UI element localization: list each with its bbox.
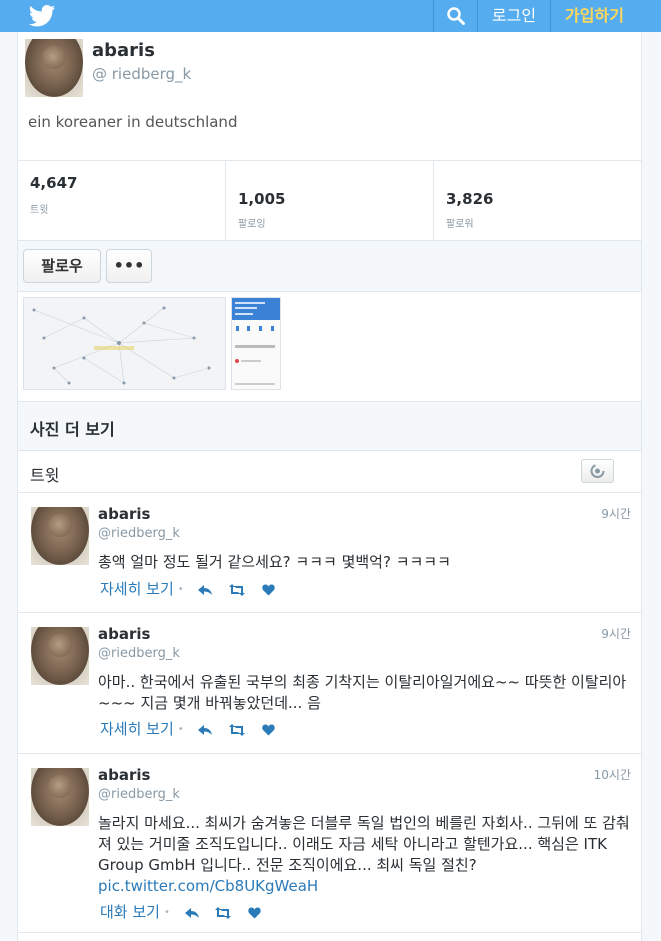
profile-name: abaris [92, 40, 155, 61]
stat-label: 팔로워 [446, 219, 474, 230]
stat-value: 4,647 [30, 174, 78, 192]
media-thumbnail[interactable] [231, 297, 281, 390]
stat-tweets[interactable]: 4,647 트윗 [18, 161, 226, 240]
tweet-avatar[interactable] [31, 627, 89, 685]
separator-dot: • [163, 907, 170, 918]
stat-following[interactable]: 1,005 팔로잉 [226, 161, 434, 240]
signup-button[interactable]: 가입하기 [550, 0, 638, 32]
like-icon[interactable] [262, 724, 275, 736]
follow-button[interactable]: 팔로우 [23, 249, 101, 283]
tweet-text-body: 총액 얼마 정도 될거 같으세요? ㅋㅋㅋ 몇백억? ㅋㅋㅋㅋ [98, 553, 451, 571]
tweet-item[interactable]: abaris @riedberg_k 10시간 놀라지 마세요... 최씨가 숨… [18, 754, 641, 932]
more-photos-label: 사진 더 보기 [30, 420, 115, 439]
tweet-avatar[interactable] [31, 768, 89, 826]
reply-icon[interactable] [198, 584, 213, 596]
tweet-item[interactable]: abaris @riedberg_k 9시간 총액 얼마 정도 될거 같으세요?… [18, 493, 641, 613]
tweet-time[interactable]: 9시간 [601, 625, 631, 642]
tweet-media-link[interactable]: pic.twitter.com/Cb8UKgWeaH [98, 877, 318, 895]
login-button[interactable]: 로그인 [477, 0, 550, 32]
tweet-time[interactable]: 9시간 [601, 505, 631, 522]
tweet-text-body: 아마.. 한국에서 유출된 국부의 최종 기착지는 이탈리아일거에요~~ 따뜻한… [98, 673, 627, 712]
stat-label: 트윗 [30, 205, 49, 216]
reply-icon[interactable] [184, 907, 199, 919]
more-options-button[interactable]: ••• [106, 249, 152, 283]
media-thumbnail[interactable] [23, 297, 226, 390]
stat-value: 1,005 [238, 190, 286, 208]
stat-followers[interactable]: 3,826 팔로워 [434, 161, 641, 240]
tweet-author-handle[interactable]: @riedberg_k [98, 526, 180, 541]
search-icon [446, 7, 465, 25]
tweet-author-handle[interactable]: @riedberg_k [98, 787, 180, 802]
retweet-icon[interactable] [229, 583, 246, 596]
network-diagram-image [32, 306, 211, 385]
tweet-text-body: 놀라지 마세요... 최씨가 숨겨놓은 더블루 독일 법인의 베를린 자회사..… [98, 814, 630, 874]
tweet-text: 아마.. 한국에서 유출된 국부의 최종 기착지는 이탈리아일거에요~~ 따뜻한… [98, 672, 633, 714]
profile-header: abaris @ riedberg_k ein koreaner in deut… [18, 32, 641, 161]
conversation-link[interactable]: 대화 보기 [100, 903, 160, 921]
retweet-icon[interactable] [215, 906, 232, 919]
profile-page: abaris @ riedberg_k ein koreaner in deut… [17, 32, 642, 932]
tweet-avatar[interactable] [31, 507, 89, 565]
retweet-icon[interactable] [229, 723, 246, 736]
refresh-button[interactable] [581, 459, 614, 483]
tweet-actions: 자세히 보기 • [100, 578, 281, 599]
tweets-header: 트윗 [18, 451, 641, 493]
tweet-actions: 자세히 보기 • [100, 718, 281, 739]
twitter-bird-icon[interactable] [28, 5, 56, 27]
tweet-actions: 대화 보기 • [100, 901, 267, 922]
stat-label: 팔로잉 [238, 219, 266, 230]
tweets-title: 트윗 [30, 466, 60, 485]
search-button[interactable] [433, 0, 477, 32]
like-icon[interactable] [262, 584, 275, 596]
separator-dot: • [177, 584, 184, 595]
reply-icon[interactable] [198, 724, 213, 736]
tweet-author-name[interactable]: abaris [98, 625, 150, 643]
details-link[interactable]: 자세히 보기 [100, 720, 174, 738]
tweet-text: 총액 얼마 정도 될거 같으세요? ㅋㅋㅋ 몇백억? ㅋㅋㅋㅋ [98, 552, 633, 573]
media-strip [18, 292, 641, 402]
refresh-icon [590, 464, 605, 478]
next-tweet-edge [17, 932, 642, 941]
stat-value: 3,826 [446, 190, 494, 208]
tweet-text: 놀라지 마세요... 최씨가 숨겨놓은 더블루 독일 법인의 베를린 자회사..… [98, 813, 633, 897]
like-icon[interactable] [248, 907, 261, 919]
profile-stats: 4,647 트윗 1,005 팔로잉 3,826 팔로워 [18, 161, 641, 241]
profile-bio: ein koreaner in deutschland [28, 113, 238, 131]
tweet-item[interactable]: abaris @riedberg_k 9시간 아마.. 한국에서 유출된 국부의… [18, 613, 641, 754]
tweet-time[interactable]: 10시간 [594, 766, 631, 783]
more-photos-link[interactable]: 사진 더 보기 [18, 402, 641, 451]
profile-handle: @ riedberg_k [92, 65, 192, 83]
profile-avatar[interactable] [25, 39, 83, 97]
app-screenshot-image [232, 298, 280, 385]
tweet-author-name[interactable]: abaris [98, 766, 150, 784]
top-bar: 로그인 가입하기 [0, 0, 661, 32]
separator-dot: • [177, 724, 184, 735]
tweet-author-name[interactable]: abaris [98, 505, 150, 523]
tweet-author-handle[interactable]: @riedberg_k [98, 646, 180, 661]
details-link[interactable]: 자세히 보기 [100, 580, 174, 598]
profile-actions: 팔로우 ••• [18, 241, 641, 292]
